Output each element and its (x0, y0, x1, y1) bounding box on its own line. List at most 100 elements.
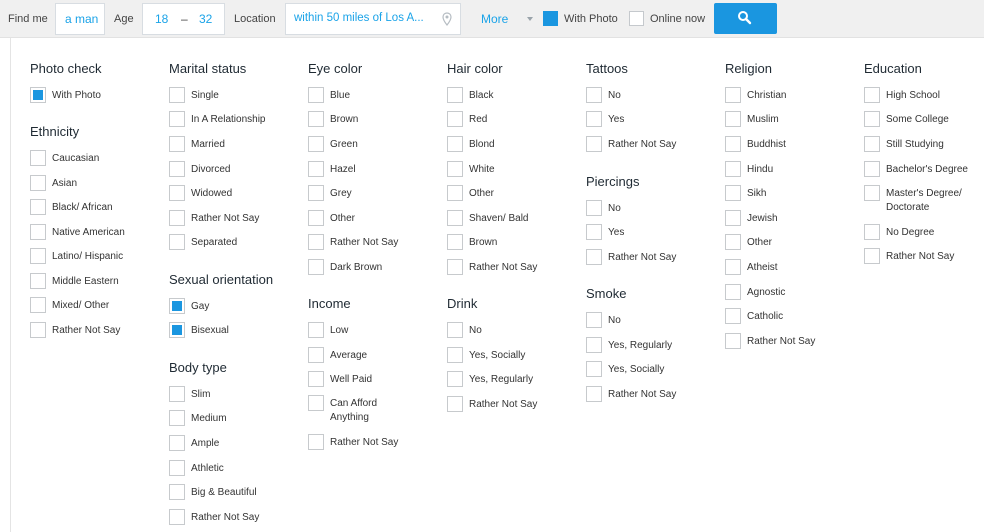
option-marital-status[interactable]: In A Relationship (169, 110, 305, 128)
checkbox[interactable] (447, 347, 463, 363)
with-photo-checkbox[interactable] (543, 11, 558, 26)
checkbox[interactable] (864, 161, 880, 177)
option-eye-color[interactable]: Dark Brown (308, 258, 444, 276)
option-income[interactable]: Well Paid (308, 370, 444, 388)
checkbox[interactable] (725, 136, 741, 152)
checkbox[interactable] (864, 224, 880, 240)
option-tattoos[interactable]: Rather Not Say (586, 135, 722, 153)
option-religion[interactable]: Muslim (725, 110, 861, 128)
checkbox[interactable] (169, 410, 185, 426)
checkbox[interactable] (308, 259, 324, 275)
option-religion[interactable]: Atheist (725, 258, 861, 276)
option-body-type[interactable]: Medium (169, 409, 305, 427)
checkbox[interactable] (308, 322, 324, 338)
checkbox[interactable] (30, 199, 46, 215)
caret-down-icon[interactable] (527, 17, 533, 21)
checkbox[interactable] (308, 434, 324, 450)
checkbox[interactable] (586, 337, 602, 353)
option-ethnicity[interactable]: Mixed/ Other (30, 296, 166, 314)
option-income[interactable]: Average (308, 346, 444, 364)
option-drink[interactable]: Yes, Regularly (447, 370, 583, 388)
option-education[interactable]: No Degree (864, 223, 979, 241)
checkbox[interactable] (308, 136, 324, 152)
option-drink[interactable]: Yes, Socially (447, 346, 583, 364)
checkbox[interactable] (30, 297, 46, 313)
option-piercings[interactable]: Rather Not Say (586, 248, 722, 266)
option-hair-color[interactable]: Blond (447, 135, 583, 153)
checkbox[interactable] (586, 312, 602, 328)
checkbox[interactable] (30, 175, 46, 191)
option-sexual-orientation[interactable]: Bisexual (169, 321, 305, 339)
option-hair-color[interactable]: Shaven/ Bald (447, 209, 583, 227)
age-range-field[interactable]: 18 – 32 (142, 3, 225, 35)
checkbox[interactable] (169, 136, 185, 152)
checkbox[interactable] (586, 111, 602, 127)
checkbox[interactable] (447, 136, 463, 152)
option-education[interactable]: Bachelor's Degree (864, 160, 979, 178)
checkbox[interactable] (308, 395, 324, 411)
option-hair-color[interactable]: Other (447, 184, 583, 202)
option-smoke[interactable]: No (586, 311, 722, 329)
option-eye-color[interactable]: Green (308, 135, 444, 153)
checkbox[interactable] (30, 322, 46, 338)
checkbox[interactable] (725, 111, 741, 127)
option-ethnicity[interactable]: Rather Not Say (30, 321, 166, 339)
option-body-type[interactable]: Slim (169, 385, 305, 403)
option-ethnicity[interactable]: Middle Eastern (30, 272, 166, 290)
checkbox[interactable] (447, 234, 463, 250)
option-hair-color[interactable]: Black (447, 86, 583, 104)
checkbox[interactable] (169, 234, 185, 250)
option-marital-status[interactable]: Married (169, 135, 305, 153)
checkbox[interactable] (308, 210, 324, 226)
option-religion[interactable]: Buddhist (725, 135, 861, 153)
checkbox[interactable] (308, 87, 324, 103)
checkbox[interactable] (308, 234, 324, 250)
option-body-type[interactable]: Ample (169, 434, 305, 452)
checkbox[interactable] (308, 111, 324, 127)
checkbox[interactable] (308, 185, 324, 201)
option-body-type[interactable]: Athletic (169, 459, 305, 477)
checkbox[interactable] (725, 234, 741, 250)
option-religion[interactable]: Jewish (725, 209, 861, 227)
checkbox[interactable] (447, 371, 463, 387)
checkbox[interactable] (864, 87, 880, 103)
option-tattoos[interactable]: No (586, 86, 722, 104)
gender-select[interactable]: a man (55, 3, 105, 35)
checkbox[interactable] (725, 87, 741, 103)
option-body-type[interactable]: Rather Not Say (169, 508, 305, 526)
option-tattoos[interactable]: Yes (586, 110, 722, 128)
checkbox[interactable] (725, 185, 741, 201)
checkbox[interactable] (447, 161, 463, 177)
checkbox[interactable] (864, 185, 880, 201)
location-input[interactable]: within 50 miles of Los A... (285, 3, 461, 35)
option-body-type[interactable]: Big & Beautiful (169, 483, 305, 501)
checkbox[interactable] (447, 87, 463, 103)
option-eye-color[interactable]: Hazel (308, 160, 444, 178)
checkbox[interactable] (169, 322, 185, 338)
checkbox[interactable] (169, 210, 185, 226)
checkbox[interactable] (725, 259, 741, 275)
option-photo-check-with-photo[interactable]: With Photo (30, 86, 166, 104)
checkbox[interactable] (586, 224, 602, 240)
option-eye-color[interactable]: Other (308, 209, 444, 227)
option-ethnicity[interactable]: Caucasian (30, 149, 166, 167)
option-marital-status[interactable]: Single (169, 86, 305, 104)
checkbox[interactable] (30, 248, 46, 264)
option-sexual-orientation[interactable]: Gay (169, 297, 305, 315)
option-drink[interactable]: Rather Not Say (447, 395, 583, 413)
option-hair-color[interactable]: Rather Not Say (447, 258, 583, 276)
option-education[interactable]: Rather Not Say (864, 247, 979, 265)
checkbox[interactable] (725, 210, 741, 226)
option-ethnicity[interactable]: Asian (30, 174, 166, 192)
checkbox[interactable] (169, 111, 185, 127)
option-religion[interactable]: Sikh (725, 184, 861, 202)
option-marital-status[interactable]: Rather Not Say (169, 209, 305, 227)
checkbox[interactable] (725, 284, 741, 300)
option-hair-color[interactable]: Red (447, 110, 583, 128)
option-income[interactable]: Rather Not Say (308, 433, 444, 451)
option-education[interactable]: High School (864, 86, 979, 104)
checkbox[interactable] (308, 371, 324, 387)
option-religion[interactable]: Hindu (725, 160, 861, 178)
checkbox[interactable] (586, 136, 602, 152)
checkbox[interactable] (169, 161, 185, 177)
